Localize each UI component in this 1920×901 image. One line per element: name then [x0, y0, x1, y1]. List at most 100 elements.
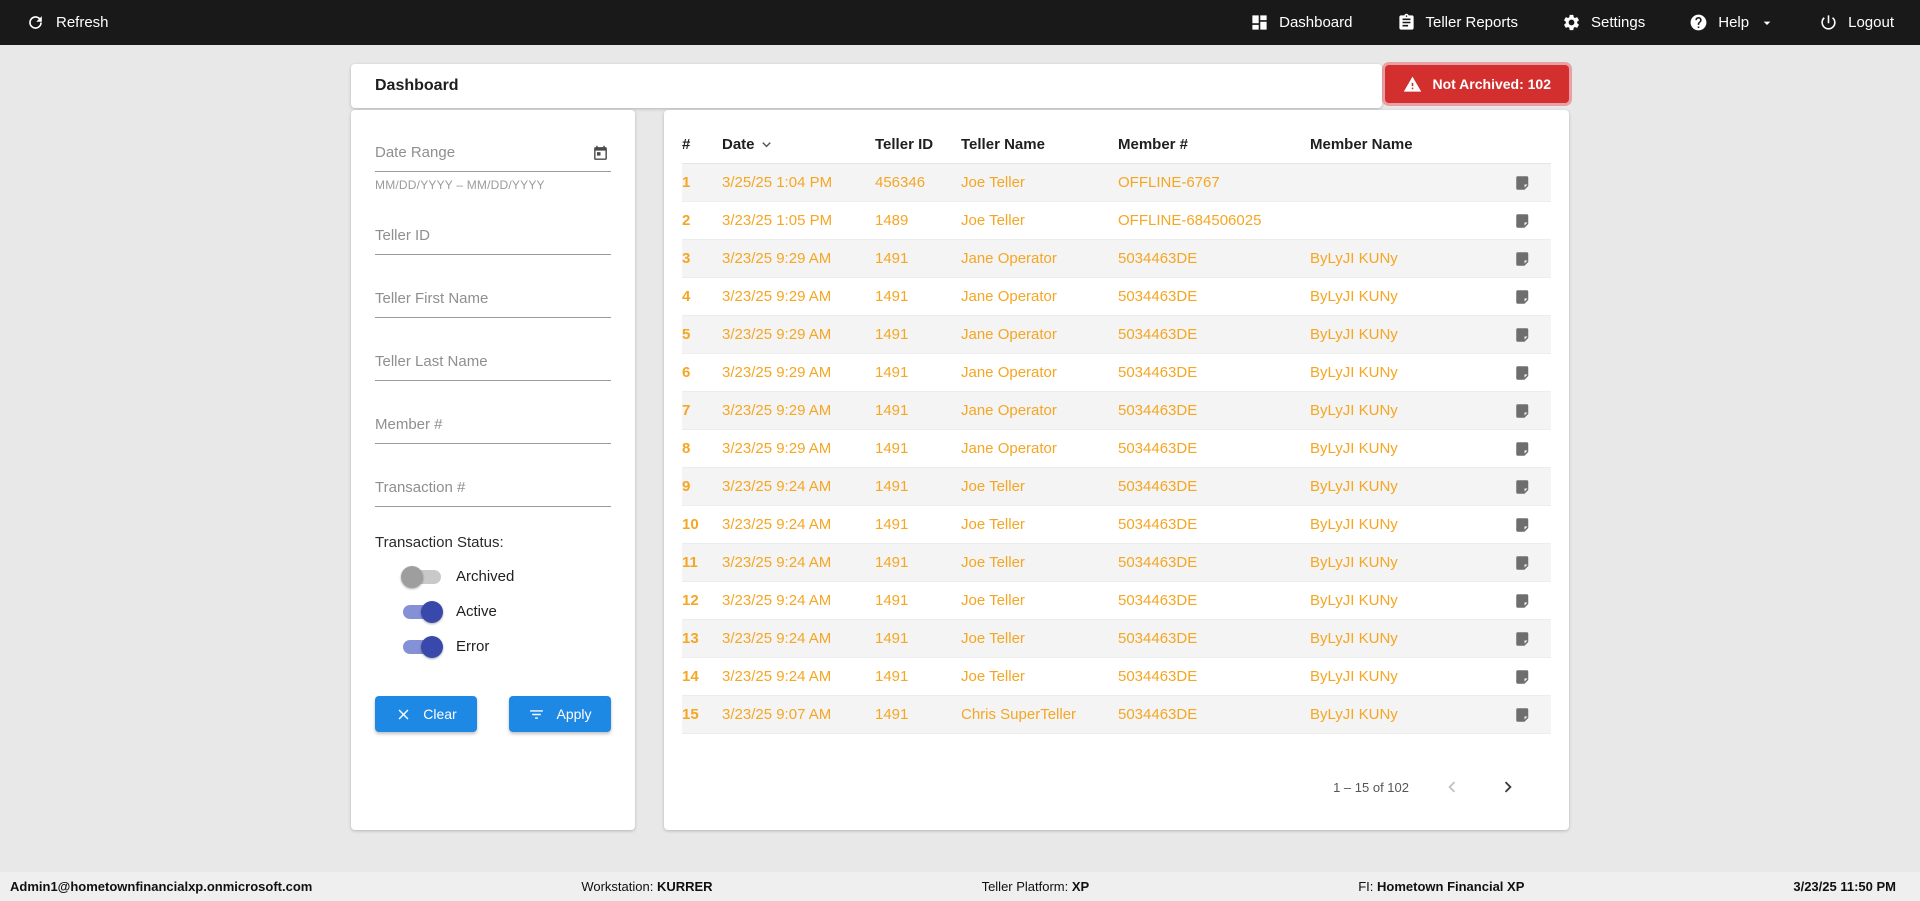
row-member-name: ByLyJI KUNy: [1310, 364, 1398, 381]
clipboard-icon: [1397, 13, 1416, 32]
table-row[interactable]: 6 3/23/25 9:29 AM 1491 Jane Operator 503…: [682, 354, 1551, 392]
note-icon[interactable]: [1514, 288, 1532, 306]
table-row[interactable]: 5 3/23/25 9:29 AM 1491 Jane Operator 503…: [682, 316, 1551, 354]
table-row[interactable]: 4 3/23/25 9:29 AM 1491 Jane Operator 503…: [682, 278, 1551, 316]
row-member-name: ByLyJI KUNy: [1310, 402, 1398, 419]
teller-first-name-input[interactable]: [375, 282, 611, 318]
table-row[interactable]: 8 3/23/25 9:29 AM 1491 Jane Operator 503…: [682, 430, 1551, 468]
note-icon[interactable]: [1514, 516, 1532, 534]
row-number: 5: [682, 326, 691, 343]
help-icon: [1689, 13, 1708, 32]
row-number: 13: [682, 630, 699, 647]
row-member-name: ByLyJI KUNy: [1310, 250, 1398, 267]
refresh-button[interactable]: Refresh: [26, 13, 109, 32]
note-icon[interactable]: [1514, 478, 1532, 496]
table-row[interactable]: 10 3/23/25 9:24 AM 1491 Joe Teller 50344…: [682, 506, 1551, 544]
note-icon[interactable]: [1514, 706, 1532, 724]
apply-button[interactable]: Apply: [509, 696, 611, 732]
row-number: 15: [682, 706, 699, 723]
note-icon[interactable]: [1514, 630, 1532, 648]
teller-id-input[interactable]: [375, 219, 611, 255]
row-date: 3/25/25 1:04 PM: [722, 174, 833, 191]
refresh-icon: [26, 13, 45, 32]
nav-teller-reports[interactable]: Teller Reports: [1397, 13, 1518, 32]
row-member-number: 5034463DE: [1118, 364, 1198, 381]
note-icon[interactable]: [1514, 668, 1532, 686]
nav-settings-label: Settings: [1591, 14, 1646, 31]
row-member-name: ByLyJI KUNy: [1310, 516, 1398, 533]
row-member-name: ByLyJI KUNy: [1310, 706, 1398, 723]
row-date: 3/23/25 9:29 AM: [722, 364, 832, 381]
nav-logout[interactable]: Logout: [1819, 13, 1894, 32]
chevron-down-icon: [1759, 15, 1775, 31]
note-icon[interactable]: [1514, 592, 1532, 610]
note-icon[interactable]: [1514, 364, 1532, 382]
row-date: 3/23/25 9:24 AM: [722, 668, 832, 685]
row-teller-id: 456346: [875, 174, 926, 191]
top-bar: Refresh Dashboard Teller Reports Setting…: [0, 0, 1920, 45]
toggle-active[interactable]: Active: [375, 594, 611, 629]
footer-fi: FI: Hometown Financial XP: [1358, 879, 1525, 894]
row-member-number: 5034463DE: [1118, 592, 1198, 609]
close-icon: [395, 706, 412, 723]
col-date[interactable]: Date: [722, 136, 875, 153]
date-range-hint: MM/DD/YYYY – MM/DD/YYYY: [375, 178, 545, 192]
col-teller-id: Teller ID: [875, 136, 934, 153]
nav-dashboard[interactable]: Dashboard: [1250, 13, 1353, 32]
row-member-name: ByLyJI KUNy: [1310, 288, 1398, 305]
row-teller-id: 1491: [875, 250, 909, 267]
not-archived-badge[interactable]: Not Archived: 102: [1385, 65, 1569, 103]
previous-page-button[interactable]: [1439, 774, 1465, 800]
note-icon[interactable]: [1514, 326, 1532, 344]
row-teller-id: 1491: [875, 630, 909, 647]
table-row[interactable]: 11 3/23/25 9:24 AM 1491 Joe Teller 50344…: [682, 544, 1551, 582]
transaction-number-input[interactable]: [375, 471, 611, 507]
refresh-label: Refresh: [56, 14, 109, 31]
row-member-number: 5034463DE: [1118, 668, 1198, 685]
error-switch[interactable]: [401, 635, 443, 658]
note-icon[interactable]: [1514, 250, 1532, 268]
table-row[interactable]: 3 3/23/25 9:29 AM 1491 Jane Operator 503…: [682, 240, 1551, 278]
table-row[interactable]: 1 3/25/25 1:04 PM 456346 Joe Teller OFFL…: [682, 164, 1551, 202]
row-number: 10: [682, 516, 699, 533]
nav-help[interactable]: Help: [1689, 13, 1775, 32]
footer-workstation: Workstation: KURRER: [581, 879, 713, 894]
table-row[interactable]: 14 3/23/25 9:24 AM 1491 Joe Teller 50344…: [682, 658, 1551, 696]
row-teller-id: 1489: [875, 212, 909, 229]
teller-last-name-input[interactable]: [375, 345, 611, 381]
table-row[interactable]: 9 3/23/25 9:24 AM 1491 Joe Teller 503446…: [682, 468, 1551, 506]
table-row[interactable]: 7 3/23/25 9:29 AM 1491 Jane Operator 503…: [682, 392, 1551, 430]
row-date: 3/23/25 9:29 AM: [722, 288, 832, 305]
note-icon[interactable]: [1514, 174, 1532, 192]
row-member-number: 5034463DE: [1118, 516, 1198, 533]
note-icon[interactable]: [1514, 212, 1532, 230]
active-switch[interactable]: [401, 600, 443, 623]
nav-help-label: Help: [1718, 14, 1750, 31]
note-icon[interactable]: [1514, 402, 1532, 420]
date-range-input[interactable]: [375, 136, 611, 172]
next-page-button[interactable]: [1495, 774, 1521, 800]
row-number: 12: [682, 592, 699, 609]
row-number: 2: [682, 212, 691, 229]
toggle-archived[interactable]: Archived: [375, 559, 611, 594]
not-archived-label: Not Archived: 102: [1432, 76, 1551, 92]
note-icon[interactable]: [1514, 440, 1532, 458]
row-date: 3/23/25 9:24 AM: [722, 592, 832, 609]
row-teller-id: 1491: [875, 288, 909, 305]
row-member-name: ByLyJI KUNy: [1310, 440, 1398, 457]
row-member-number: 5034463DE: [1118, 478, 1198, 495]
table-row[interactable]: 15 3/23/25 9:07 AM 1491 Chris SuperTelle…: [682, 696, 1551, 734]
toggle-error[interactable]: Error: [375, 629, 611, 664]
table-row[interactable]: 13 3/23/25 9:24 AM 1491 Joe Teller 50344…: [682, 620, 1551, 658]
table-row[interactable]: 12 3/23/25 9:24 AM 1491 Joe Teller 50344…: [682, 582, 1551, 620]
archived-switch[interactable]: [401, 565, 443, 588]
date-range-field-group: MM/DD/YYYY – MM/DD/YYYY: [375, 136, 611, 192]
clear-button[interactable]: Clear: [375, 696, 477, 732]
note-icon[interactable]: [1514, 554, 1532, 572]
nav-settings[interactable]: Settings: [1562, 13, 1645, 32]
calendar-icon[interactable]: [592, 145, 609, 162]
member-number-input[interactable]: [375, 408, 611, 444]
row-teller-id: 1491: [875, 592, 909, 609]
table-row[interactable]: 2 3/23/25 1:05 PM 1489 Joe Teller OFFLIN…: [682, 202, 1551, 240]
status-footer: Admin1@hometownfinancialxp.onmicrosoft.c…: [0, 872, 1920, 901]
